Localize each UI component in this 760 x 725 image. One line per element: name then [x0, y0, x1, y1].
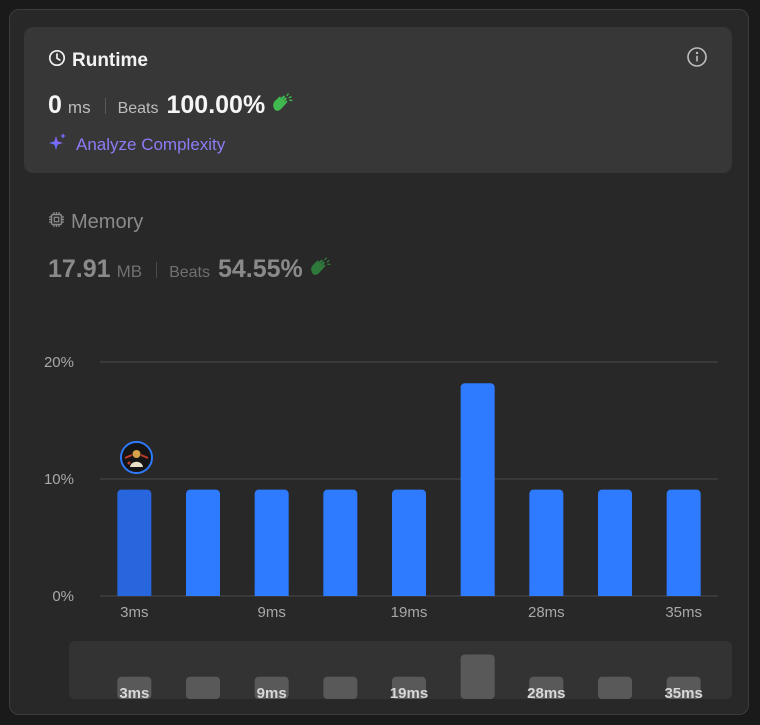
mini-x-label: 35ms: [664, 685, 702, 702]
bar-base: [323, 591, 358, 596]
mini-x-label: 28ms: [527, 685, 565, 702]
bar: [460, 383, 495, 596]
bar: [666, 489, 701, 596]
bar-base: [598, 591, 632, 596]
bar-base: [117, 591, 152, 596]
y-tick-label: 0%: [52, 588, 74, 605]
avatar: [120, 441, 153, 474]
bar-base: [666, 591, 701, 596]
bar: [598, 489, 632, 596]
mini-bar: [186, 676, 220, 699]
x-tick-label: 3ms: [120, 604, 148, 621]
bar-base: [529, 591, 564, 596]
bar: [323, 489, 358, 596]
x-tick-label: 35ms: [665, 604, 702, 621]
bar: [117, 489, 152, 596]
bar-base: [254, 591, 289, 596]
x-tick-label: 19ms: [391, 604, 428, 621]
bar-base: [392, 591, 426, 596]
mini-x-label: 9ms: [257, 685, 287, 702]
y-tick-label: 10%: [44, 471, 74, 488]
y-tick-label: 20%: [44, 354, 74, 371]
mini-x-label: 3ms: [119, 685, 149, 702]
bar: [529, 489, 564, 596]
bar-base: [460, 591, 495, 596]
runtime-distribution-chart: 20% 10% 0% 3ms 9ms 19ms 28ms 35ms 3ms 9ms 19ms 28ms…: [44, 354, 732, 702]
mini-bar: [460, 654, 495, 699]
bar: [392, 489, 426, 596]
bar: [254, 489, 289, 596]
mini-x-label: 19ms: [390, 685, 428, 702]
bar: [186, 489, 220, 596]
bar-base: [186, 591, 220, 596]
mini-bar: [598, 676, 632, 699]
x-tick-label: 9ms: [257, 604, 285, 621]
x-tick-label: 28ms: [528, 604, 565, 621]
mini-bar: [323, 676, 358, 699]
